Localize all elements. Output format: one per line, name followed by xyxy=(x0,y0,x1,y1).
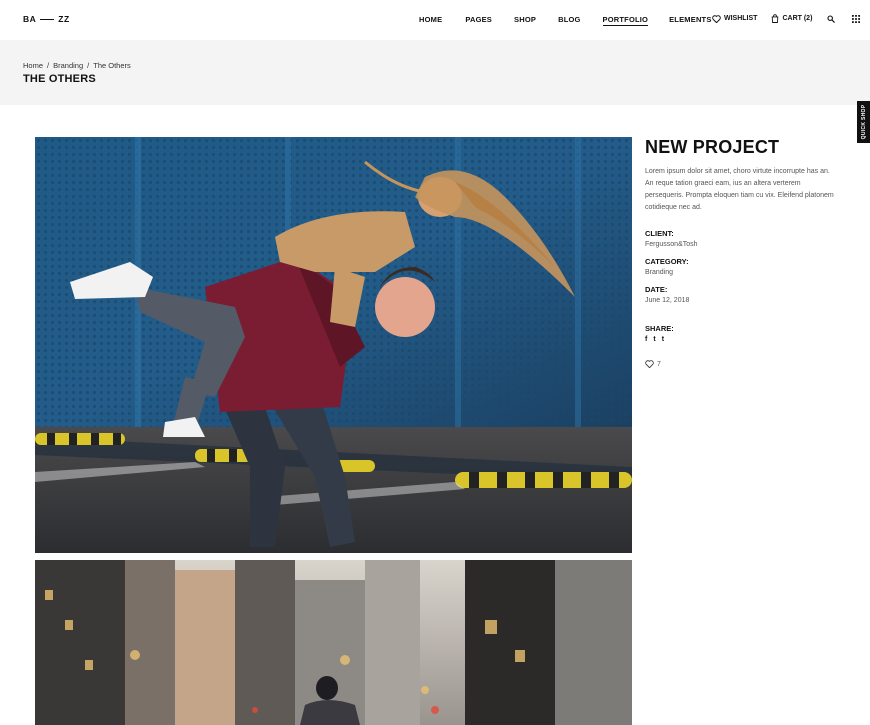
nav-shop[interactable]: SHOP xyxy=(514,15,536,26)
nav-blog[interactable]: BLOG xyxy=(558,15,580,26)
nav-elements[interactable]: ELEMENTS xyxy=(669,15,711,26)
nav-home[interactable]: HOME xyxy=(419,15,442,26)
heart-icon xyxy=(712,14,721,23)
share-label: SHARE: xyxy=(645,324,674,333)
project-image-2 xyxy=(35,560,632,725)
breadcrumb-separator: / xyxy=(87,61,90,70)
heart-icon xyxy=(645,360,654,368)
site-header: BA ZZ HOME PAGES SHOP BLOG PORTFOLIO ELE… xyxy=(0,0,870,40)
search-icon xyxy=(827,14,836,23)
couple-photo xyxy=(35,137,632,553)
breadcrumb-separator: / xyxy=(47,61,50,70)
date-label: DATE: xyxy=(645,285,668,294)
page-title: THE OTHERS xyxy=(23,73,96,85)
quick-shop-label: QUICK SHOP xyxy=(860,104,867,140)
breadcrumb-current: The Others xyxy=(93,61,131,70)
shopping-bag-icon xyxy=(772,14,779,23)
cart-label: CART (2) xyxy=(782,15,813,22)
wishlist-link[interactable]: WISHLIST xyxy=(712,14,758,23)
client-value: Fergusson&Tosh xyxy=(645,241,698,248)
logo-right: ZZ xyxy=(58,14,70,24)
page-title-band: Home / Branding / The Others THE OTHERS xyxy=(0,40,870,105)
like-count: 7 xyxy=(657,360,661,368)
facebook-icon[interactable]: f xyxy=(645,336,647,343)
project-image-1 xyxy=(35,137,632,553)
category-value: Branding xyxy=(645,269,674,276)
logo-dash xyxy=(40,18,55,20)
header-tools: WISHLIST CART (2) xyxy=(712,14,863,23)
quick-shop-tab[interactable]: QUICK SHOP xyxy=(857,101,870,143)
client-label: CLIENT: xyxy=(645,229,674,238)
breadcrumb-branding[interactable]: Branding xyxy=(53,61,83,70)
category-label: CATEGORY: xyxy=(645,257,689,266)
date-value: June 12, 2018 xyxy=(645,297,690,304)
city-street-photo xyxy=(35,560,632,725)
nav-portfolio[interactable]: PORTFOLIO xyxy=(602,15,649,26)
logo[interactable]: BA ZZ xyxy=(23,14,70,24)
project-description: Lorem ipsum dolor sit amet, choro virtut… xyxy=(645,168,834,211)
logo-left: BA xyxy=(23,14,37,24)
project-title: NEW PROJECT xyxy=(645,137,780,157)
like-button[interactable]: 7 xyxy=(645,360,835,368)
nav-pages[interactable]: PAGES xyxy=(465,15,492,26)
twitter-icon[interactable]: t xyxy=(653,336,655,343)
breadcrumb-home[interactable]: Home xyxy=(23,61,43,70)
social-share: f t t xyxy=(645,336,835,343)
cart-link[interactable]: CART (2) xyxy=(771,14,812,23)
grid-icon xyxy=(852,14,861,23)
project-details: NEW PROJECT Lorem ipsum dolor sit amet, … xyxy=(645,137,835,368)
breadcrumb: Home / Branding / The Others xyxy=(23,61,131,70)
main-nav: HOME PAGES SHOP BLOG PORTFOLIO ELEMENTS xyxy=(419,15,712,26)
wishlist-label: WISHLIST xyxy=(724,15,758,22)
search-button[interactable] xyxy=(827,14,838,23)
grid-menu-button[interactable] xyxy=(852,14,863,23)
tumblr-icon[interactable]: t xyxy=(662,336,664,343)
